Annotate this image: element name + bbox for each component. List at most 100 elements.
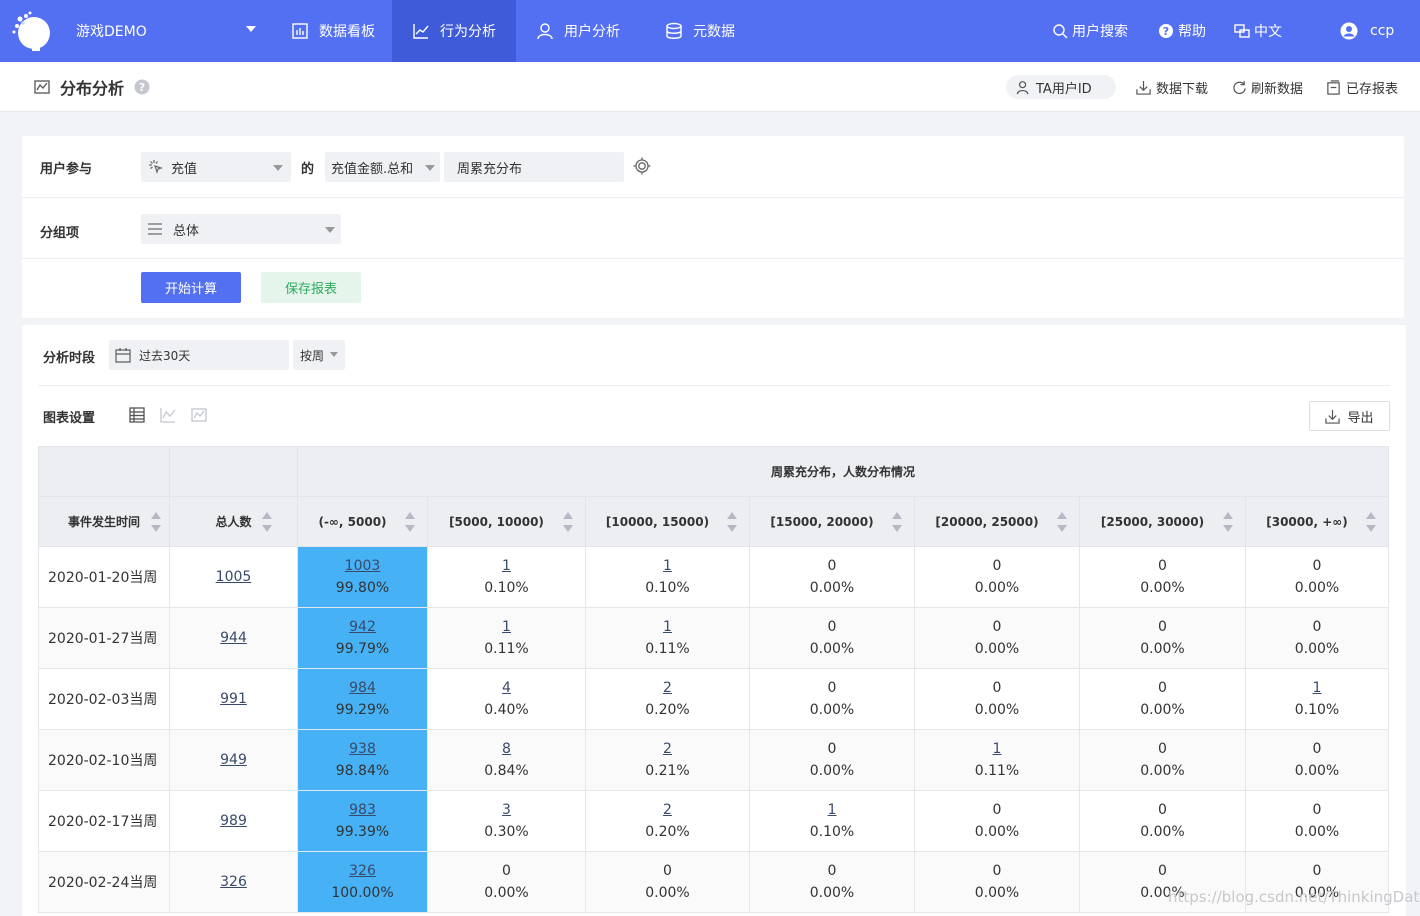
chevron-down-icon — [425, 165, 435, 171]
brand-logo[interactable] — [10, 0, 54, 62]
table-row: 2020-01-27当周 944 942 99.79% 1 0.11% 1 0.11% 0 0.0… — [38, 607, 1389, 669]
search-icon — [1053, 24, 1068, 39]
bucket-count-link[interactable]: 8 — [428, 738, 585, 760]
bucket-count-link[interactable]: 1 — [1246, 677, 1388, 699]
language-switch[interactable]: 中文 — [1234, 0, 1282, 62]
col-header-bucket[interactable]: [10000, 15000) — [585, 496, 750, 547]
bucket-count: 0 — [827, 619, 837, 635]
bucket-percent: 0.10% — [484, 580, 529, 596]
bucket-count-link[interactable]: 938 — [298, 738, 427, 760]
bucket-cell: 3 0.30% — [427, 790, 586, 852]
saved-reports-button[interactable]: 已存报表 — [1326, 62, 1398, 112]
tab-metadata[interactable]: 元数据 — [640, 0, 760, 62]
bucket-count-link[interactable]: 2 — [586, 677, 749, 699]
total-cell: 1005 — [169, 546, 298, 608]
sort-icon[interactable] — [262, 511, 272, 532]
bucket-count-link[interactable]: 1 — [428, 616, 585, 638]
bucket-cell: 2 0.21% — [585, 729, 750, 791]
col-header-total[interactable]: 总人数 — [169, 496, 298, 547]
help-button[interactable]: ? 帮助 — [1158, 0, 1206, 62]
date-range-picker[interactable]: 过去30天 — [109, 340, 289, 370]
bucket-count: 0 — [502, 863, 511, 879]
sort-icon[interactable] — [1057, 511, 1067, 532]
bucket-cell: 0 0.00% — [749, 546, 915, 608]
tab-behavior-analysis[interactable]: 行为分析 — [392, 0, 516, 62]
save-report-button[interactable]: 保存报表 — [261, 272, 361, 303]
total-cell: 949 — [169, 729, 298, 791]
bucket-count-link[interactable]: 3 — [428, 799, 585, 821]
sort-icon[interactable] — [1366, 511, 1376, 532]
bucket-count-link[interactable]: 1003 — [298, 555, 427, 577]
bucket-count-link[interactable]: 2 — [586, 799, 749, 821]
bucket-count-link[interactable]: 983 — [298, 799, 427, 821]
date-range-value: 过去30天 — [139, 348, 191, 363]
bucket-cell: 984 99.29% — [297, 668, 428, 730]
bucket-count-link[interactable]: 4 — [428, 677, 585, 699]
col-header-date[interactable]: 事件发生时间 — [38, 496, 170, 547]
download-data-button[interactable]: 数据下载 — [1136, 62, 1208, 112]
sort-icon[interactable] — [727, 511, 737, 532]
col-header-bucket[interactable]: [5000, 10000) — [427, 496, 586, 547]
project-dropdown-chevron-icon[interactable] — [246, 26, 256, 32]
start-calc-button[interactable]: 开始计算 — [141, 272, 241, 303]
bucket-count-link[interactable]: 1 — [915, 738, 1079, 760]
col-header-bucket[interactable]: [20000, 25000) — [914, 496, 1080, 547]
bucket-count-link[interactable]: 1 — [428, 555, 585, 577]
total-count-link[interactable]: 949 — [170, 749, 297, 771]
gear-icon[interactable] — [633, 157, 651, 179]
help-icon[interactable]: ? — [134, 62, 150, 112]
sort-icon[interactable] — [563, 511, 573, 532]
chevron-down-icon — [330, 352, 338, 357]
bucket-cell: 0 0.00% — [1245, 729, 1389, 791]
group-value: 总体 — [173, 223, 200, 239]
total-count-link[interactable]: 326 — [170, 871, 297, 893]
user-icon — [537, 23, 553, 40]
bucket-count-link[interactable]: 326 — [298, 860, 427, 882]
user-search-button[interactable]: 用户搜索 — [1052, 0, 1128, 62]
total-count-link[interactable]: 989 — [170, 810, 297, 832]
sort-icon[interactable] — [892, 511, 902, 532]
group-select[interactable]: 总体 — [141, 214, 341, 244]
tab-dashboard[interactable]: 数据看板 — [276, 0, 390, 62]
group-label: 分组项 — [40, 226, 80, 241]
of-label: 的 — [301, 162, 315, 177]
tab-user-analysis[interactable]: 用户分析 — [518, 0, 638, 62]
export-button[interactable]: 导出 — [1309, 401, 1390, 431]
col-header-label: 事件发生时间 — [67, 515, 140, 529]
sort-icon[interactable] — [1223, 511, 1233, 532]
sort-icon[interactable] — [405, 511, 415, 532]
bucket-count-link[interactable]: 984 — [298, 677, 427, 699]
bucket-count-link[interactable]: 1 — [750, 799, 914, 821]
bucket-cell: 1 0.10% — [749, 790, 915, 852]
total-count-link[interactable]: 991 — [170, 688, 297, 710]
bucket-percent: 99.79% — [335, 641, 390, 657]
event-select[interactable]: 充值 — [141, 152, 291, 182]
svg-text:?: ? — [1163, 25, 1169, 38]
total-count-link[interactable]: 1005 — [170, 566, 297, 588]
distribution-chart-view-icon[interactable] — [191, 407, 207, 427]
project-name[interactable]: 游戏DEMO — [76, 0, 147, 62]
tab-label: 元数据 — [693, 24, 735, 40]
bucket-percent: 0.40% — [484, 702, 529, 718]
refresh-data-button[interactable]: 刷新数据 — [1232, 62, 1303, 112]
table-view-icon[interactable] — [129, 407, 145, 427]
col-header-bucket[interactable]: (-∞, 5000) — [297, 496, 428, 547]
bucket-cell: 0 0.00% — [914, 851, 1080, 913]
table-row: 2020-02-17当周 989 983 99.39% 3 0.30% 2 0.20% 1 0.1… — [38, 790, 1389, 852]
sort-icon[interactable] — [151, 511, 161, 532]
metric-value: 充值金额.总和 — [331, 161, 414, 177]
col-header-bucket[interactable]: [30000, +∞) — [1245, 496, 1389, 547]
granularity-value: 按周 — [300, 348, 325, 363]
bucket-count: 0 — [827, 680, 837, 696]
bucket-count-link[interactable]: 2 — [586, 738, 749, 760]
col-header-bucket[interactable]: [25000, 30000) — [1079, 496, 1246, 547]
bucket-count-link[interactable]: 1 — [586, 555, 749, 577]
col-header-bucket[interactable]: [15000, 20000) — [749, 496, 915, 547]
distribution-input[interactable]: 周累充分布 — [444, 152, 624, 182]
bucket-count-link[interactable]: 942 — [298, 616, 427, 638]
user-menu[interactable]: ccp — [1340, 0, 1394, 62]
total-count-link[interactable]: 944 — [170, 627, 297, 649]
bucket-count-link[interactable]: 1 — [586, 616, 749, 638]
metric-select[interactable]: 充值金额.总和 — [325, 152, 440, 182]
line-chart-view-icon[interactable] — [160, 407, 176, 427]
